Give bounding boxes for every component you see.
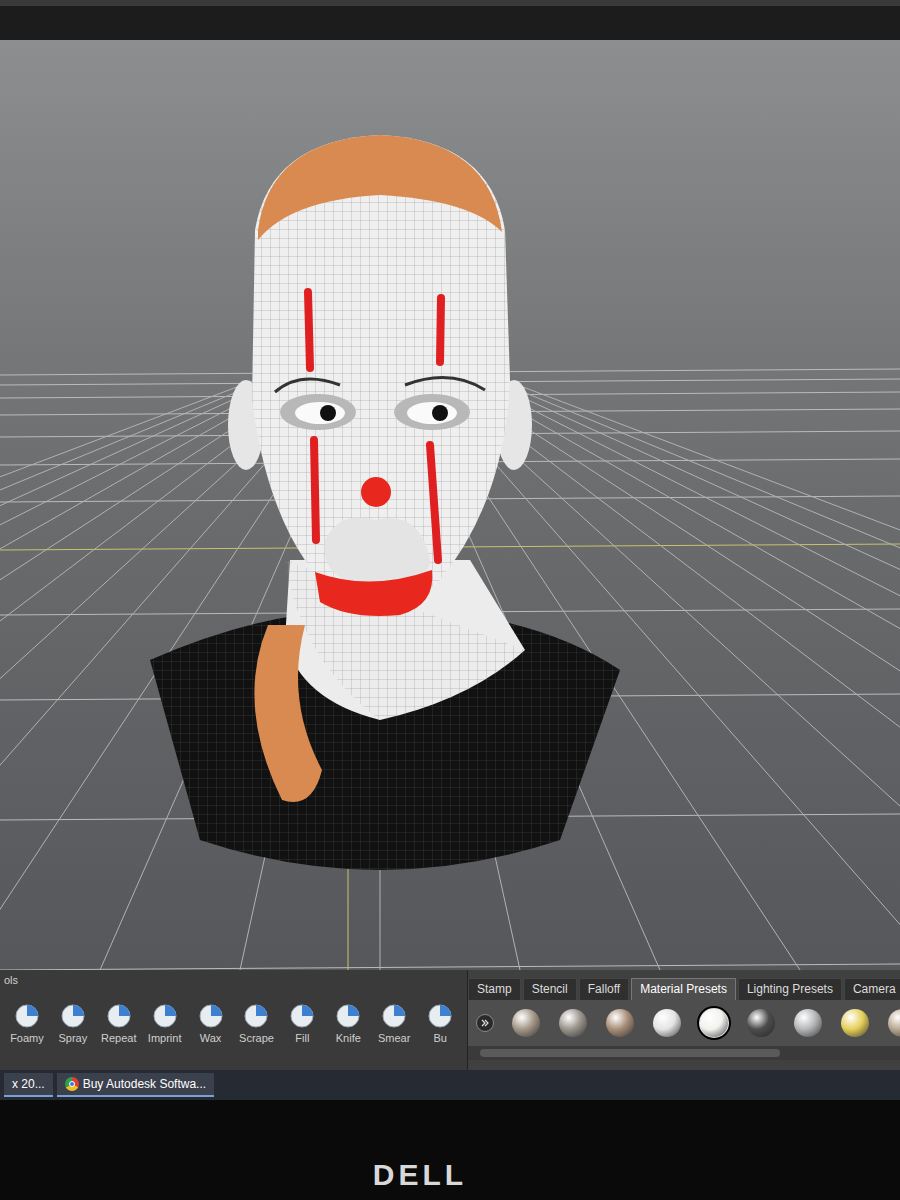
taskbar-item[interactable]: x 20... — [4, 1073, 53, 1097]
taskbar-label: x 20... — [12, 1075, 45, 1093]
clown-head-model[interactable] — [0, 40, 900, 970]
tool-label: Knife — [336, 1032, 361, 1045]
tools-panel: ols Foamy Spray Repeat Imprint Wax Scrape Fill K… — [0, 970, 468, 1070]
tool-label: Scrape — [239, 1032, 274, 1045]
material-sphere — [653, 1009, 681, 1037]
scrollbar[interactable] — [468, 1046, 900, 1060]
sculpt-tool-icon — [335, 1002, 361, 1028]
tray-tabs: StampStencilFalloffMaterial PresetsLight… — [468, 970, 900, 1000]
tool-button[interactable]: Foamy — [4, 1002, 50, 1045]
material-sphere — [841, 1009, 869, 1037]
tool-label: Repeat — [101, 1032, 136, 1045]
sculpt-tool-icon — [381, 1002, 407, 1028]
tool-label: Imprint — [148, 1032, 182, 1045]
tool-label: Bu — [433, 1032, 446, 1045]
taskbar-item[interactable]: Buy Autodesk Softwa... — [57, 1073, 214, 1097]
viewport[interactable] — [0, 40, 900, 970]
taskbar: x 20... Buy Autodesk Softwa... — [0, 1070, 900, 1100]
tray-tab[interactable]: Lighting Presets — [738, 978, 842, 1000]
material-sphere — [606, 1009, 634, 1037]
tool-row: Foamy Spray Repeat Imprint Wax Scrape Fill Knif… — [0, 990, 467, 1045]
tray-tab[interactable]: Material Presets — [631, 978, 736, 1000]
material-preset[interactable] — [699, 1008, 729, 1038]
material-preset[interactable] — [511, 1008, 541, 1038]
material-sphere — [512, 1009, 540, 1037]
monitor-logo: DELL — [373, 1158, 467, 1192]
tool-label: Wax — [200, 1032, 222, 1045]
material-preset[interactable] — [746, 1008, 776, 1038]
material-sphere — [888, 1009, 900, 1037]
material-sphere — [794, 1009, 822, 1037]
chrome-icon — [65, 1077, 79, 1091]
tray-tab[interactable]: Stencil — [523, 978, 577, 1000]
expand-button[interactable] — [476, 1014, 494, 1032]
tool-button[interactable]: Smear — [371, 1002, 417, 1045]
tool-label: Foamy — [10, 1032, 44, 1045]
tool-label: Fill — [295, 1032, 309, 1045]
taskbar-label: Buy Autodesk Softwa... — [83, 1075, 206, 1093]
material-preset[interactable] — [887, 1008, 900, 1038]
tool-button[interactable]: Repeat — [96, 1002, 142, 1045]
sculpt-tool-icon — [14, 1002, 40, 1028]
material-preset[interactable] — [605, 1008, 635, 1038]
tool-button[interactable]: Bu — [417, 1002, 463, 1045]
bottom-tray: ols Foamy Spray Repeat Imprint Wax Scrape Fill K… — [0, 970, 900, 1070]
tool-button[interactable]: Spray — [50, 1002, 96, 1045]
material-sphere — [747, 1009, 775, 1037]
tray-tab[interactable]: Stamp — [468, 978, 521, 1000]
tool-label: Spray — [58, 1032, 87, 1045]
sculpt-tool-icon — [289, 1002, 315, 1028]
monitor-bottom-bezel: DELL — [0, 1100, 900, 1200]
material-preset[interactable] — [558, 1008, 588, 1038]
monitor-top-bezel — [0, 0, 900, 40]
sculpt-tool-icon — [243, 1002, 269, 1028]
tool-label: Smear — [378, 1032, 410, 1045]
sculpt-tool-icon — [106, 1002, 132, 1028]
chevron-icon — [480, 1018, 490, 1028]
sculpt-tool-icon — [198, 1002, 224, 1028]
sculpt-tool-icon — [152, 1002, 178, 1028]
chrome-icon-center — [69, 1081, 75, 1087]
material-sphere — [559, 1009, 587, 1037]
material-sphere — [700, 1009, 728, 1037]
scrollbar-thumb[interactable] — [480, 1049, 780, 1057]
tray-tab[interactable]: Falloff — [579, 978, 629, 1000]
tool-button[interactable]: Knife — [325, 1002, 371, 1045]
material-preset[interactable] — [840, 1008, 870, 1038]
tray-tab[interactable]: Camera — [844, 978, 900, 1000]
tool-button[interactable]: Imprint — [142, 1002, 188, 1045]
material-preset[interactable] — [652, 1008, 682, 1038]
material-preset[interactable] — [793, 1008, 823, 1038]
sculpt-tool-icon — [427, 1002, 453, 1028]
material-presets-row — [468, 1000, 900, 1046]
tool-button[interactable]: Fill — [279, 1002, 325, 1045]
tool-button[interactable]: Wax — [188, 1002, 234, 1045]
tool-button[interactable]: Scrape — [234, 1002, 280, 1045]
tools-panel-title: ols — [0, 970, 467, 990]
presets-panel: StampStencilFalloffMaterial PresetsLight… — [468, 970, 900, 1070]
sculpt-tool-icon — [60, 1002, 86, 1028]
